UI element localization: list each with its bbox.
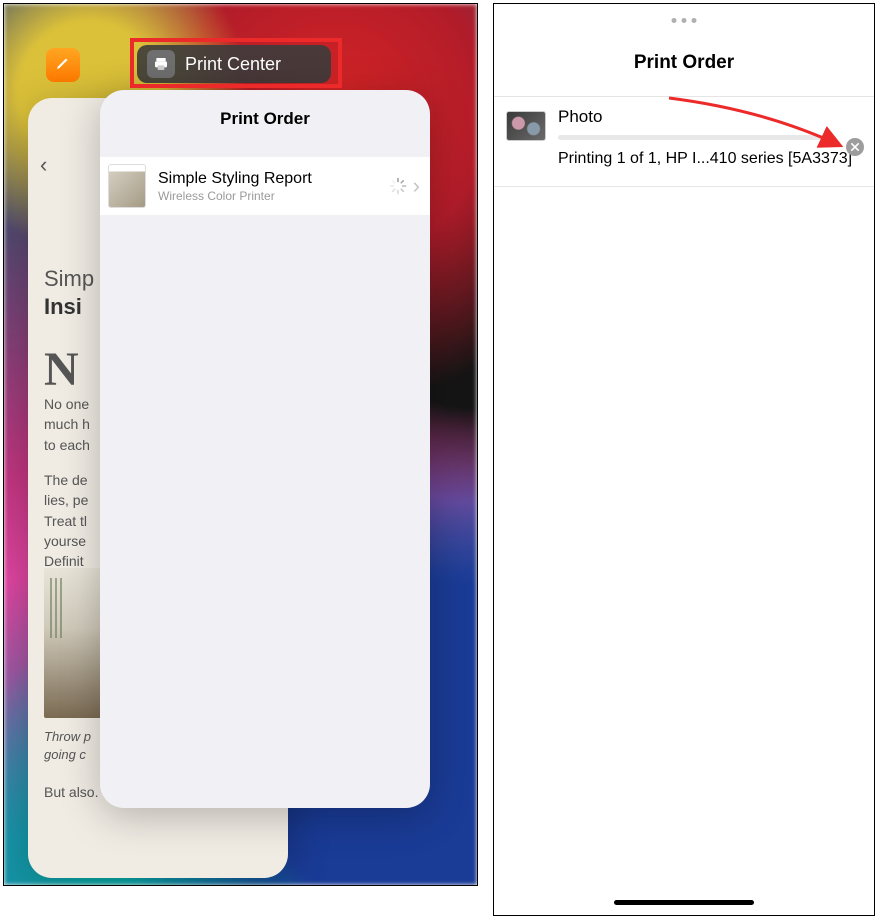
app-switcher-print-center-card[interactable]: Print Order Simple Styling Report Wirele… — [100, 90, 430, 808]
print-job-row: Photo Printing 1 of 1, HP I...410 series… — [494, 97, 874, 180]
progress-bar — [558, 135, 832, 140]
left-screenshot: Print Center ‹ Simp Insi N No one much h… — [3, 3, 478, 886]
print-job-name: Photo — [558, 107, 862, 127]
pencil-icon — [54, 54, 72, 77]
pages-heading-2: Insi — [44, 294, 82, 320]
right-screenshot: Print Order Photo Printing 1 of 1, HP I.… — [493, 3, 875, 916]
pages-paragraph-3: But also. — [44, 784, 98, 800]
print-job-status: Printing 1 of 1, HP I...410 series [5A33… — [558, 150, 862, 168]
print-center-label: Print Center — [185, 54, 281, 75]
divider — [494, 186, 874, 187]
print-job-title: Simple Styling Report — [158, 170, 389, 188]
home-indicator[interactable] — [614, 900, 754, 905]
grabber-dots-icon[interactable] — [672, 18, 697, 23]
print-order-title: Print Order — [494, 52, 874, 74]
print-job-thumbnail — [506, 111, 546, 141]
close-icon — [851, 143, 859, 151]
print-job-row[interactable]: Simple Styling Report Wireless Color Pri… — [100, 157, 430, 215]
chevron-right-icon: › — [413, 173, 420, 199]
pages-dropcap: N — [44, 346, 79, 394]
loading-spinner-icon — [389, 177, 407, 195]
pages-heading-1: Simp — [44, 266, 94, 292]
app-switcher-pages-icon[interactable] — [46, 48, 80, 82]
print-job-thumbnail — [108, 164, 146, 208]
app-switcher-print-center-pill[interactable]: Print Center — [137, 45, 331, 83]
back-chevron-icon: ‹ — [40, 152, 47, 178]
print-job-subtitle: Wireless Color Printer — [158, 189, 389, 203]
cancel-print-button[interactable] — [846, 138, 864, 156]
printer-icon — [147, 50, 175, 78]
print-order-title: Print Order — [100, 109, 430, 129]
